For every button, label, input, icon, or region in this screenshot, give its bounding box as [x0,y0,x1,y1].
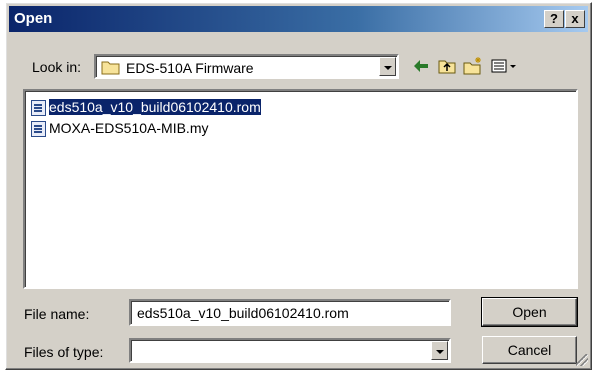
file-list[interactable]: eds510a_v10_build06102410.rom MOXA-EDS51… [23,89,578,289]
file-icon [31,100,46,117]
open-dialog: Open ? x Look in: EDS-510A Firmware eds5… [5,2,592,370]
cancel-button[interactable]: Cancel [482,336,577,364]
file-type-label: Files of type: [24,344,104,360]
open-button[interactable]: Open [481,297,578,327]
close-button[interactable]: x [565,10,585,28]
look-in-value: EDS-510A Firmware [126,60,254,76]
view-menu-icon[interactable] [490,56,520,76]
title-bar[interactable]: Open ? x [9,6,588,32]
look-in-dropdown[interactable]: EDS-510A Firmware [94,54,399,79]
file-type-dropdown-arrow[interactable] [431,341,448,360]
dialog-title: Open [14,10,53,27]
file-name-input[interactable]: eds510a_v10_build06102410.rom [129,299,451,326]
file-item[interactable]: eds510a_v10_build06102410.rom [31,98,262,117]
look-in-dropdown-arrow[interactable] [379,57,396,76]
resize-grip[interactable] [576,354,588,366]
file-item[interactable]: MOXA-EDS510A-MIB.my [31,119,208,138]
new-folder-icon[interactable] [463,56,483,76]
help-button[interactable]: ? [544,10,564,28]
look-in-label: Look in: [32,59,82,75]
folder-icon [101,61,120,75]
file-type-dropdown[interactable] [129,338,451,363]
file-name-label: File name: [24,306,90,322]
up-folder-icon[interactable] [437,56,457,76]
file-icon [31,121,46,138]
back-arrow-icon[interactable] [411,56,431,76]
